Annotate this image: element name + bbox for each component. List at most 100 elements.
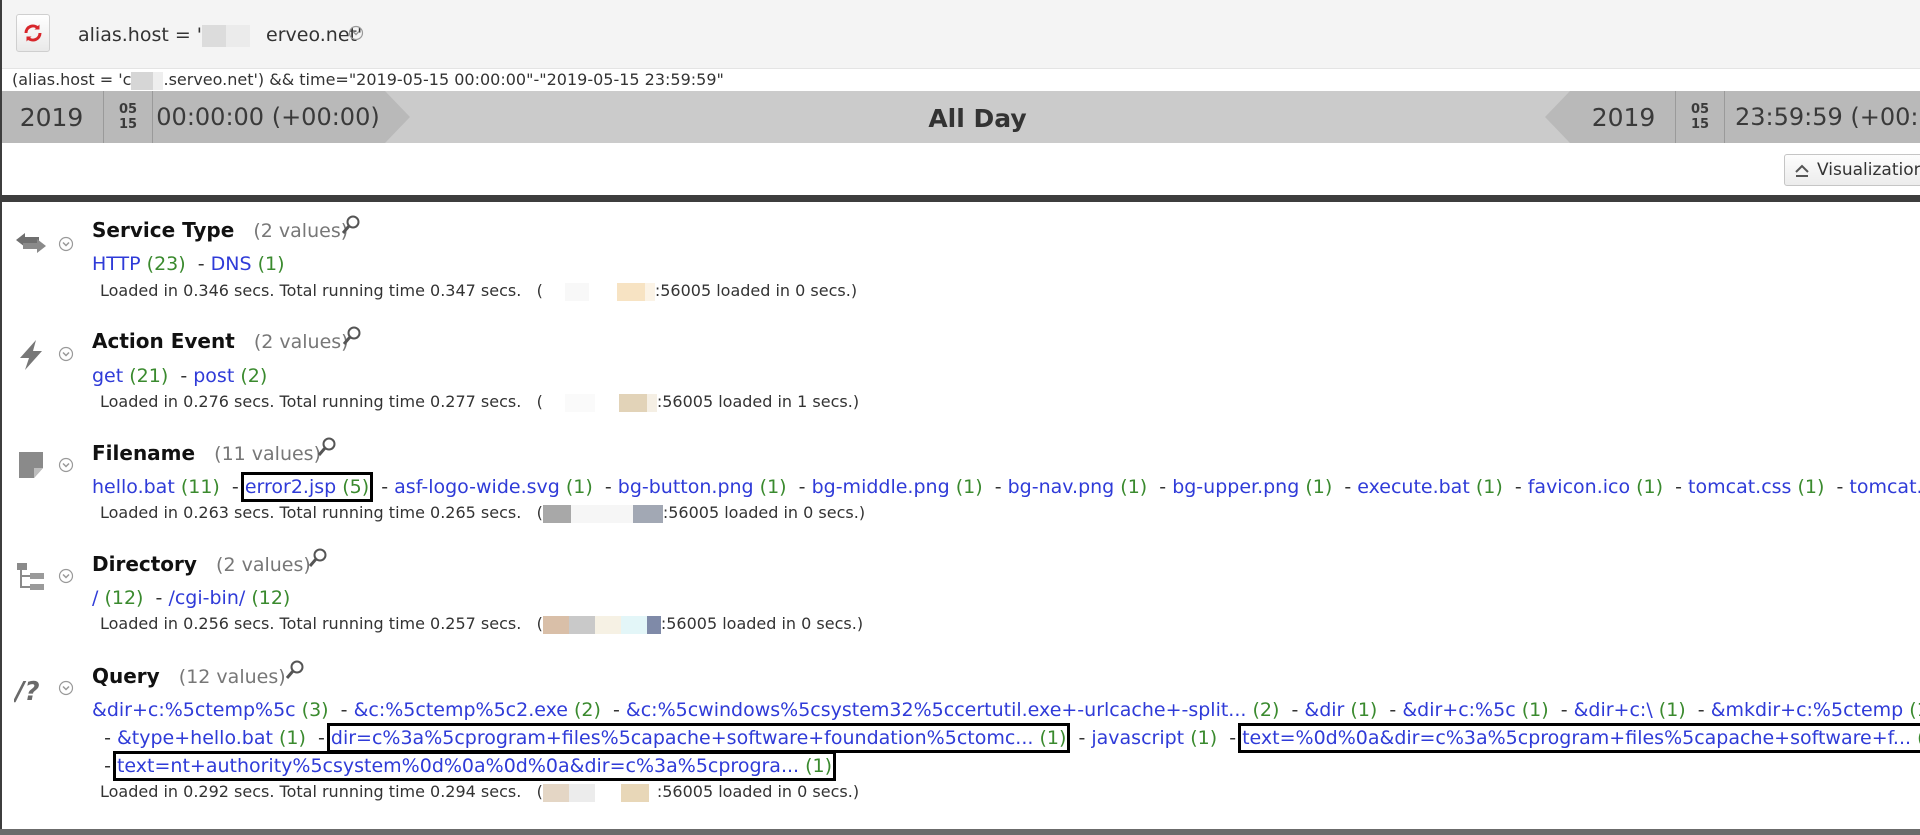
value-item[interactable]: DNS (1) xyxy=(211,253,285,275)
start-year[interactable]: 2019 xyxy=(0,91,104,143)
value-item[interactable]: &mkdir+c:%5ctemp (1) xyxy=(1711,699,1920,721)
value-link[interactable]: bg-upper.png xyxy=(1172,476,1299,498)
value-link[interactable]: &dir+c:%5ctemp%5c xyxy=(92,699,296,721)
value-link[interactable]: bg-button.png xyxy=(618,476,754,498)
value-link[interactable]: tomcat.png xyxy=(1849,476,1920,498)
value-item[interactable]: dir=c%3a%5cprogram+files%5capache+softwa… xyxy=(326,723,1071,753)
value-count: (3) xyxy=(301,699,329,721)
value-count: (1) xyxy=(1039,727,1067,749)
value-item[interactable]: tomcat.png (1) xyxy=(1849,476,1920,498)
value-link[interactable]: execute.bat xyxy=(1357,476,1470,498)
value-separator: - xyxy=(369,476,395,498)
value-link[interactable]: tomcat.css xyxy=(1688,476,1791,498)
value-link[interactable]: bg-nav.png xyxy=(1008,476,1115,498)
value-link[interactable]: error2.jsp xyxy=(245,476,336,498)
chevron-down-icon[interactable] xyxy=(58,568,74,584)
value-count: (1) xyxy=(1190,727,1218,749)
chevron-down-icon[interactable] xyxy=(58,236,74,252)
end-year[interactable]: 2019 xyxy=(1572,91,1676,143)
value-separator: - xyxy=(1147,476,1173,498)
value-link[interactable]: text=nt+authority%5csystem%0d%0a%0d%0a&d… xyxy=(117,755,799,777)
query-prefix: alias.host = ' xyxy=(78,24,203,46)
value-item[interactable]: /cgi-bin/ (12) xyxy=(168,587,290,609)
value-item[interactable]: get (21) xyxy=(92,365,168,387)
value-item[interactable]: text=%0d%0a&dir=c%3a%5cprogram+files%5ca… xyxy=(1238,723,1920,753)
value-separator: - xyxy=(1377,699,1403,721)
load-status: Loaded in 0.256 secs. Total running time… xyxy=(100,614,864,634)
full-query-text: (alias.host = 'c .serveo.net') && time="2… xyxy=(12,70,724,90)
value-item[interactable]: error2.jsp (5) xyxy=(240,472,374,502)
value-item[interactable]: text=nt+authority%5csystem%0d%0a%0d%0a&d… xyxy=(112,751,837,781)
value-count: (1) xyxy=(1797,476,1825,498)
value-count: (1) xyxy=(1350,699,1378,721)
value-link[interactable]: &type+hello.bat xyxy=(117,727,273,749)
value-item[interactable]: favicon.ico (1) xyxy=(1528,476,1663,498)
value-item[interactable]: bg-button.png (1) xyxy=(618,476,787,498)
value-link[interactable]: favicon.ico xyxy=(1528,476,1630,498)
value-link[interactable]: HTTP xyxy=(92,253,141,275)
value-link[interactable]: bg-middle.png xyxy=(812,476,950,498)
value-link[interactable]: &c:%5ctemp%5c2.exe xyxy=(354,699,568,721)
value-link[interactable]: DNS xyxy=(211,253,252,275)
value-item[interactable]: &c:%5cwindows%5csystem32%5ccertutil.exe+… xyxy=(626,699,1279,721)
value-item[interactable]: &dir+c:%5ctemp%5c (3) xyxy=(92,699,329,721)
chevron-down-icon[interactable] xyxy=(58,346,74,362)
value-link[interactable]: javascript xyxy=(1091,727,1184,749)
value-count: (2) xyxy=(1252,699,1280,721)
value-link[interactable]: text=%0d%0a&dir=c%3a%5cprogram+files%5ca… xyxy=(1242,727,1911,749)
value-link[interactable]: &dir xyxy=(1304,699,1344,721)
value-separator: - xyxy=(328,699,354,721)
value-count: (11) xyxy=(180,476,220,498)
load-status: Loaded in 0.263 secs. Total running time… xyxy=(100,503,866,523)
value-item[interactable]: &dir+c:%5c (1) xyxy=(1402,699,1548,721)
value-item[interactable]: javascript (1) xyxy=(1091,727,1217,749)
alias-host-query[interactable]: alias.host = ' erveo.net' xyxy=(78,24,362,47)
value-item[interactable]: / (12) xyxy=(92,587,143,609)
value-item[interactable]: execute.bat (1) xyxy=(1357,476,1503,498)
value-item[interactable]: &type+hello.bat (1) xyxy=(117,727,306,749)
value-item[interactable]: bg-nav.png (1) xyxy=(1008,476,1148,498)
refresh-button[interactable] xyxy=(16,14,50,52)
value-link[interactable]: post xyxy=(193,365,234,387)
value-item[interactable]: asf-logo-wide.svg (1) xyxy=(394,476,593,498)
value-link[interactable]: /cgi-bin/ xyxy=(168,587,245,609)
value-count: (1) xyxy=(1120,476,1148,498)
value-item[interactable]: &c:%5ctemp%5c2.exe (2) xyxy=(354,699,601,721)
value-link[interactable]: asf-logo-wide.svg xyxy=(394,476,560,498)
chevron-down-icon[interactable] xyxy=(348,25,364,41)
value-item[interactable]: hello.bat (11) xyxy=(92,476,220,498)
search-icon[interactable] xyxy=(307,547,329,569)
search-icon[interactable] xyxy=(340,214,362,236)
value-item[interactable]: &dir+c:\ (1) xyxy=(1574,699,1686,721)
value-item[interactable]: &dir (1) xyxy=(1304,699,1377,721)
start-month-day[interactable]: 05 15 xyxy=(104,91,153,143)
value-item[interactable]: tomcat.css (1) xyxy=(1688,476,1824,498)
value-item[interactable]: post (2) xyxy=(193,365,267,387)
end-time[interactable]: 23:59:59 (+00:00 xyxy=(1725,91,1920,143)
value-link[interactable]: &dir+c:%5c xyxy=(1402,699,1515,721)
value-link[interactable]: hello.bat xyxy=(92,476,175,498)
value-link[interactable]: &dir+c:\ xyxy=(1574,699,1653,721)
start-time[interactable]: 00:00:00 (+00:00) xyxy=(153,91,383,143)
value-item[interactable]: HTTP (23) xyxy=(92,253,186,275)
chevron-down-icon[interactable] xyxy=(58,457,74,473)
value-separator: - xyxy=(600,699,626,721)
value-separator: - xyxy=(92,755,117,777)
value-count: (2) xyxy=(240,365,268,387)
end-month-day[interactable]: 05 15 xyxy=(1676,91,1725,143)
search-icon[interactable] xyxy=(341,325,363,347)
value-link[interactable]: &mkdir+c:%5ctemp xyxy=(1711,699,1904,721)
value-item[interactable]: bg-middle.png (1) xyxy=(812,476,983,498)
value-link[interactable]: get xyxy=(92,365,123,387)
visualization-button[interactable]: Visualization xyxy=(1784,154,1920,186)
value-link[interactable]: dir=c%3a%5cprogram+files%5capache+softwa… xyxy=(331,727,1034,749)
lightning-icon xyxy=(20,340,42,370)
value-link[interactable]: / xyxy=(92,587,98,609)
divider xyxy=(0,195,1920,202)
chevron-down-icon[interactable] xyxy=(58,680,74,696)
value-item[interactable]: bg-upper.png (1) xyxy=(1172,476,1332,498)
search-icon[interactable] xyxy=(316,436,338,458)
value-link[interactable]: &c:%5cwindows%5csystem32%5ccertutil.exe+… xyxy=(626,699,1247,721)
value-separator: - xyxy=(786,476,812,498)
search-icon[interactable] xyxy=(284,659,306,681)
